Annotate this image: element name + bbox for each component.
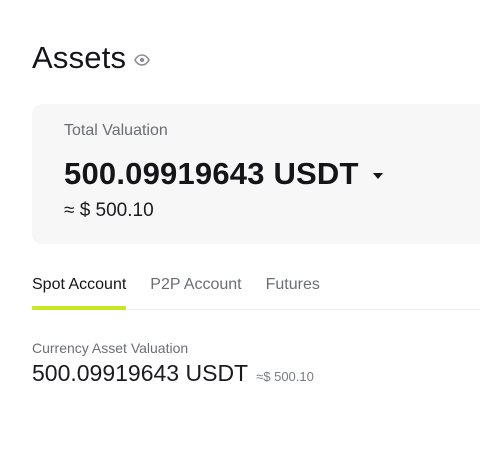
currency-asset-valuation-row: 500.09919643 USDT ≈$ 500.10 bbox=[32, 360, 314, 387]
total-valuation-value: 500.09919643 USDT bbox=[64, 156, 359, 191]
currency-asset-valuation-label: Currency Asset Valuation bbox=[32, 340, 189, 356]
account-tabs: Spot Account P2P Account Futures bbox=[32, 272, 480, 310]
page-title: Assets bbox=[32, 40, 127, 75]
total-valuation-card: Total Valuation 500.09919643 USDT ≈ $ 50… bbox=[32, 104, 480, 244]
caret-down-icon-graphic bbox=[372, 173, 383, 179]
currency-asset-valuation-fiat: ≈$ 500.10 bbox=[256, 369, 314, 384]
page-header: Assets bbox=[32, 40, 151, 76]
total-valuation-row: 500.09919643 USDT bbox=[64, 156, 385, 192]
currency-asset-valuation-value: 500.09919643 USDT bbox=[32, 360, 249, 386]
total-valuation-label: Total Valuation bbox=[64, 122, 168, 139]
eye-icon[interactable] bbox=[134, 52, 151, 68]
total-valuation-fiat: ≈ $ 500.10 bbox=[64, 200, 154, 221]
tab-spot-account[interactable]: Spot Account bbox=[32, 272, 127, 310]
caret-down-icon[interactable] bbox=[371, 169, 385, 183]
tab-futures[interactable]: Futures bbox=[266, 272, 320, 309]
assets-page: Assets Total Valuation 500.09919643 USDT… bbox=[0, 0, 480, 450]
tab-p2p-account[interactable]: P2P Account bbox=[150, 272, 241, 309]
eye-icon-graphic bbox=[134, 54, 151, 66]
